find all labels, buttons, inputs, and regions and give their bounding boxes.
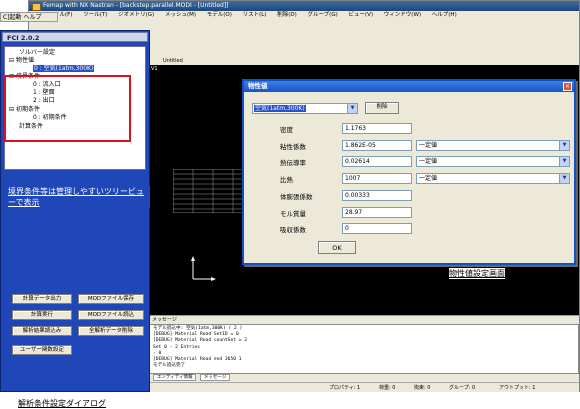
window-caption: 解析条件設定ダイアログ xyxy=(18,399,106,408)
conductivity-field[interactable]: 0.02614 xyxy=(342,156,412,167)
viscosity-mode-select[interactable]: 一定値 ▼ xyxy=(416,140,570,151)
message-pane-title: メッセージ xyxy=(152,317,177,323)
menu-item[interactable]: 削除(D) xyxy=(277,12,297,18)
conductivity-mode-select[interactable]: 一定値 ▼ xyxy=(416,156,570,167)
chevron-down-icon: ▼ xyxy=(347,104,357,113)
chevron-down-icon: ▼ xyxy=(559,174,569,183)
status-cell: グループ: 0 xyxy=(449,385,476,391)
menu-item[interactable]: モデル(O) xyxy=(207,12,232,18)
dialog-title[interactable]: 物性値 xyxy=(244,81,574,92)
specific-heat-field[interactable]: 1007 xyxy=(342,173,412,184)
status-cell: プロパティ: 1 xyxy=(329,385,361,391)
message-line: モデル読込完了 xyxy=(153,363,186,369)
message-tabs: エンティティ情報 メッセージ xyxy=(149,374,579,382)
message-pane-header: メッセージ xyxy=(149,315,579,324)
absorption-field[interactable]: 0 xyxy=(342,223,412,234)
tree-caption: 境界条件等は管理しやすいツリービューで表示 xyxy=(8,186,150,208)
material-select-value: 空気(1atm,300K) xyxy=(254,105,306,112)
view-tab[interactable]: Untitled xyxy=(149,57,579,65)
menu-item[interactable]: グループ(G) xyxy=(308,12,338,18)
expansion-field[interactable]: 0.00333 xyxy=(342,190,412,201)
label-conductivity: 熱伝導率 xyxy=(280,159,306,167)
femap-app-icon xyxy=(32,3,41,11)
ok-button[interactable]: OK xyxy=(318,241,356,254)
chevron-down-icon: ▼ xyxy=(559,157,569,166)
label-molar-mass: モル質量 xyxy=(280,210,306,218)
label-density: 密度 xyxy=(280,126,293,134)
viscosity-field[interactable]: 1.862E-05 xyxy=(342,140,412,151)
dialog-caption: 物性値設定画面 xyxy=(449,268,505,279)
coordinate-axes-icon xyxy=(191,256,216,281)
femap-menu-bar: ファイル(F) ツール(T) ジオメトリ(G) メッシュ(M) モデル(O) リ… xyxy=(29,11,579,20)
calc-output-button[interactable]: 計算データ出力 xyxy=(12,294,72,304)
tab-entity-info[interactable]: エンティティ情報 xyxy=(153,374,197,381)
property-dialog: 物性値 × 空気(1atm,300K) ▼ 削除 密度 1.1763 粘性係数 … xyxy=(242,79,576,265)
tree-node-solver[interactable]: ソルバー設定 xyxy=(19,49,55,56)
tree-node-material-0[interactable]: 0 : 空気(1atm,300K) xyxy=(33,65,95,72)
tree-node-material[interactable]: ⊟ 物性値 xyxy=(9,57,34,64)
material-select[interactable]: 空気(1atm,300K) ▼ xyxy=(252,103,358,114)
result-load-button[interactable]: 解析結果読込み xyxy=(12,326,72,336)
menu-item[interactable]: ツール(T) xyxy=(83,12,107,18)
chevron-down-icon: ▼ xyxy=(559,141,569,150)
delete-button[interactable]: 削除 xyxy=(365,102,399,114)
close-icon[interactable]: × xyxy=(563,82,572,91)
menu-item[interactable]: ジオメトリ(G) xyxy=(118,12,154,18)
femap-title-bar[interactable]: Femap with NX Nastran - [backstep.parall… xyxy=(29,1,579,11)
toolbar-row-1 xyxy=(29,20,579,30)
status-cell: アウトプット: 1 xyxy=(499,385,536,391)
label-absorption: 吸収係数 xyxy=(280,226,306,234)
menu-item[interactable]: ウィンドウ(W) xyxy=(384,12,421,18)
menu-item[interactable]: メッシュ(M) xyxy=(165,12,196,18)
tab-messages[interactable]: メッセージ xyxy=(199,374,231,381)
label-viscosity: 粘性係数 xyxy=(280,143,306,151)
message-pane[interactable]: モデル読込中: 空気(1atm,300K) ( 2 ) [DEBUG] Mate… xyxy=(149,324,579,374)
menu-item[interactable]: ヘルプ(H) xyxy=(432,12,457,18)
label-expansion: 体膨張係数 xyxy=(280,193,313,201)
calc-run-button[interactable]: 計算実行 xyxy=(12,310,72,320)
molar-mass-field[interactable]: 28.97 xyxy=(342,207,412,218)
fci-menu-label: C]起動 ヘルプ xyxy=(3,14,42,21)
femap-title: Femap with NX Nastran - [backstep.parall… xyxy=(43,2,229,9)
mod-save-button[interactable]: MODファイル保存 xyxy=(78,294,144,304)
tree-highlight-box xyxy=(4,75,131,142)
view-tab-label: Untitled xyxy=(163,58,183,64)
delete-all-button[interactable]: 全解析データ削除 xyxy=(78,326,144,336)
view-label: V1 xyxy=(151,66,158,72)
label-specific-heat: 比熱 xyxy=(280,176,293,184)
density-field[interactable]: 1.1763 xyxy=(342,123,412,134)
menu-item[interactable]: リスト(L) xyxy=(243,12,267,18)
menu-item[interactable]: ビュー(V) xyxy=(348,12,373,18)
status-cell: 荷重: 0 xyxy=(379,385,396,391)
mod-load-button[interactable]: MODファイル読込 xyxy=(78,310,144,320)
fci-menu-bar[interactable]: C]起動 ヘルプ xyxy=(0,12,58,22)
status-cell: 拘束: 0 xyxy=(414,385,431,391)
specific-heat-mode-select[interactable]: 一定値 ▼ xyxy=(416,173,570,184)
user-function-button[interactable]: ユーザー関数設定 xyxy=(12,345,72,355)
fci-title: FCI 2.0.2 xyxy=(2,32,148,42)
